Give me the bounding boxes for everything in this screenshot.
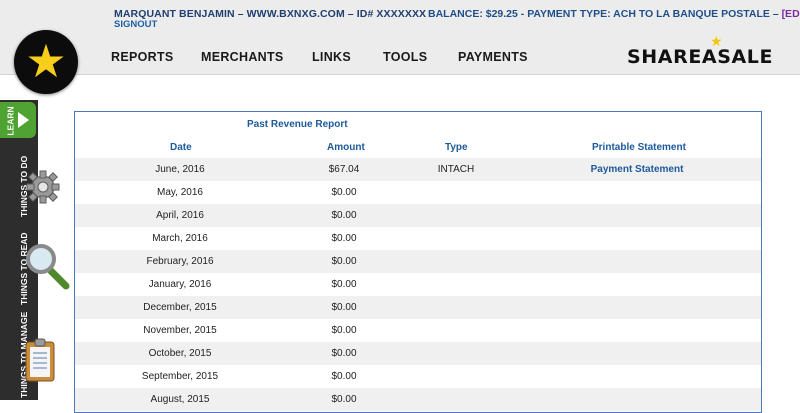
row-date: November, 2015 (143, 325, 217, 336)
learn-tab[interactable]: LEARN (0, 102, 36, 138)
table-row: June, 2016 $67.04 INTACH Payment Statement (75, 158, 761, 181)
magnifier-icon[interactable] (24, 242, 70, 290)
row-date: March, 2016 (152, 233, 208, 244)
row-date: December, 2015 (143, 302, 217, 313)
signout-link[interactable]: SIGNOUT (114, 19, 157, 30)
column-header-amount: Amount (327, 142, 365, 153)
account-line: MARQUANT BENJAMIN – WWW.BXNXG.COM – ID# … (114, 8, 427, 20)
row-amount: $0.00 (331, 256, 357, 267)
nav-tools[interactable]: TOOLS (383, 50, 427, 64)
row-type: INTACH (437, 164, 475, 175)
row-statement-link[interactable]: Payment Statement (591, 164, 684, 175)
row-amount: $0.00 (331, 187, 357, 198)
row-amount: $0.00 (331, 279, 357, 290)
row-amount: $67.04 (328, 164, 360, 175)
row-date: May, 2016 (157, 187, 203, 198)
column-header-statement: Printable Statement (592, 142, 686, 153)
star-button[interactable]: ★ (14, 30, 78, 94)
nav-payments[interactable]: PAYMENTS (458, 50, 528, 64)
nav-links[interactable]: LINKS (312, 50, 351, 64)
row-amount: $0.00 (331, 371, 357, 382)
row-amount: $0.00 (331, 233, 357, 244)
table-row: September, 2015 $0.00 (75, 365, 761, 388)
table-row: February, 2016 $0.00 (75, 250, 761, 273)
table-row: November, 2015 $0.00 (75, 319, 761, 342)
balance-text: BALANCE: $29.25 - PAYMENT TYPE: ACH TO L… (428, 8, 782, 20)
column-header-type: Type (445, 142, 468, 153)
nav-merchants[interactable]: MERCHANTS (201, 50, 284, 64)
table-row: October, 2015 $0.00 (75, 342, 761, 365)
star-icon: ★ (25, 35, 67, 87)
row-amount: $0.00 (331, 210, 357, 221)
table-row: December, 2015 $0.00 (75, 296, 761, 319)
row-amount: $0.00 (331, 348, 357, 359)
report-title: Past Revenue Report (247, 119, 348, 130)
past-revenue-panel: Past Revenue Report Date Amount Type Pri… (74, 111, 762, 413)
gear-icon[interactable] (26, 170, 60, 204)
row-date: January, 2016 (148, 279, 212, 290)
top-header: MARQUANT BENJAMIN – WWW.BXNXG.COM – ID# … (0, 0, 800, 75)
nav-reports[interactable]: REPORTS (111, 50, 174, 64)
learn-label: LEARN (5, 106, 16, 136)
column-header-date: Date (170, 142, 192, 153)
play-arrow-icon (18, 112, 29, 128)
balance-info: BALANCE: $29.25 - PAYMENT TYPE: ACH TO L… (428, 8, 800, 20)
row-date: February, 2016 (146, 256, 214, 267)
clipboard-icon[interactable] (24, 337, 58, 383)
row-date: June, 2016 (155, 164, 205, 175)
row-date: April, 2016 (156, 210, 204, 221)
edit-link[interactable]: [EDIT] (782, 8, 800, 20)
table-row: March, 2016 $0.00 (75, 227, 761, 250)
row-amount: $0.00 (331, 302, 357, 313)
table-row: April, 2016 $0.00 (75, 204, 761, 227)
row-date: October, 2015 (148, 348, 212, 359)
table-row: January, 2016 $0.00 (75, 273, 761, 296)
row-amount: $0.00 (331, 325, 357, 336)
table-row: May, 2016 $0.00 (75, 181, 761, 204)
row-date: September, 2015 (141, 371, 219, 382)
shareasale-logo[interactable]: SHAREASALE (627, 46, 773, 68)
